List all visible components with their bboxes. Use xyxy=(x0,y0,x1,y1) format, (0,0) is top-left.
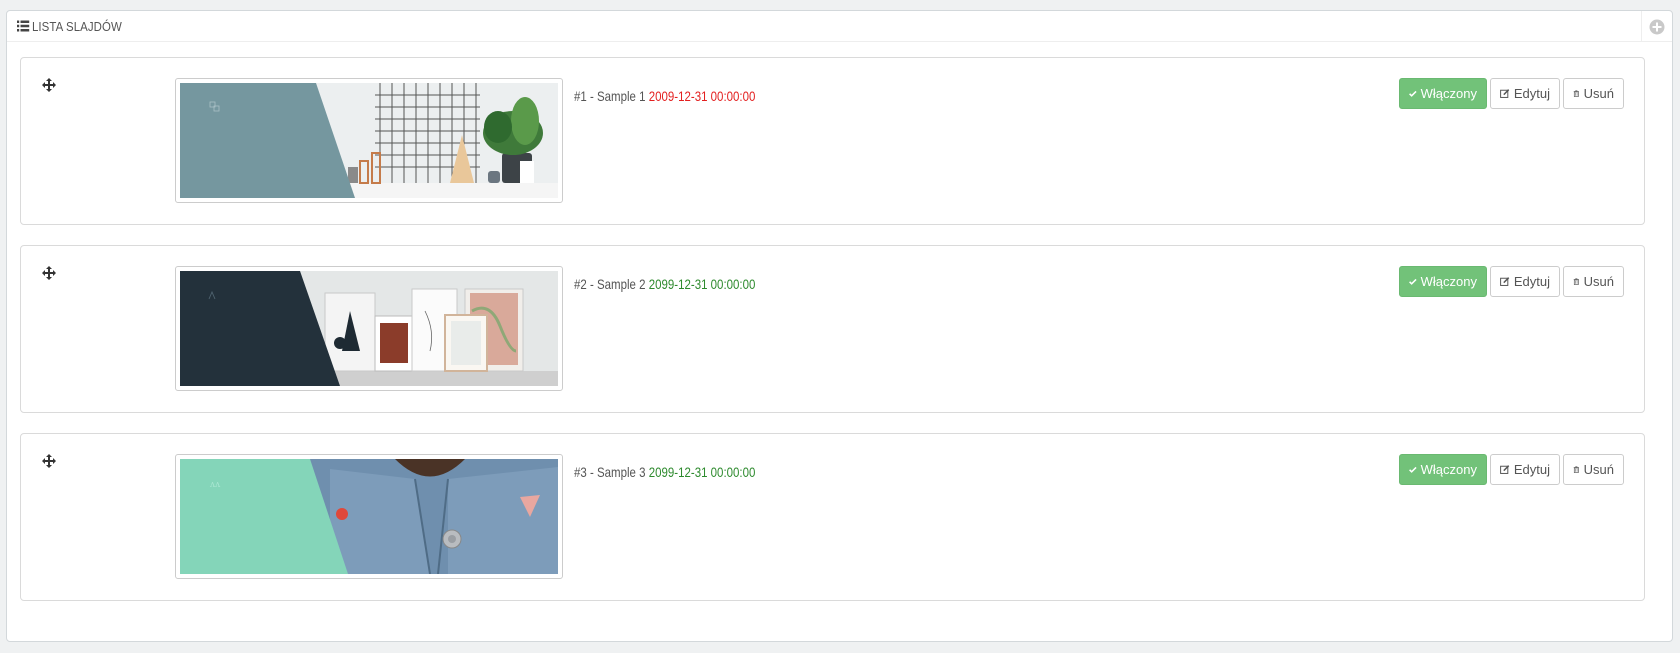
check-icon xyxy=(1409,466,1417,473)
delete-label: Usuń xyxy=(1583,274,1614,289)
trash-icon xyxy=(1573,90,1579,97)
slide-thumbnail: ʌʌ xyxy=(175,454,563,579)
edit-icon xyxy=(1500,277,1510,286)
slide-image: ʌʌ xyxy=(180,459,558,574)
enabled-toggle-button[interactable]: Włączony xyxy=(1399,266,1487,297)
slide-date: 2009-12-31 00:00:00 xyxy=(648,88,756,104)
edit-icon xyxy=(1500,89,1510,98)
edit-button[interactable]: Edytuj xyxy=(1490,78,1560,109)
svg-text:ʌʌ: ʌʌ xyxy=(209,480,221,490)
edit-icon xyxy=(1500,465,1510,474)
enabled-label: Włączony xyxy=(1420,86,1477,101)
edit-button[interactable]: Edytuj xyxy=(1490,266,1560,297)
check-icon xyxy=(1409,278,1417,285)
slide-id-label: #2 - Sample 2 xyxy=(574,276,646,292)
panel-title: LISTA SLAJDÓW xyxy=(17,19,122,34)
enabled-toggle-button[interactable]: Włączony xyxy=(1399,454,1487,485)
slide-image xyxy=(180,83,558,198)
enabled-label: Włączony xyxy=(1420,274,1477,289)
edit-label: Edytuj xyxy=(1513,462,1550,477)
slide-title: #2 - Sample 2 2099-12-31 00:00:00 xyxy=(574,276,755,292)
add-slide-button[interactable] xyxy=(1641,11,1672,42)
slide-actions: Włączony Edytuj Usuń xyxy=(1399,78,1624,109)
slide-item: #2 - Sample 2 2099-12-31 00:00:00 Włączo… xyxy=(20,245,1645,413)
delete-button[interactable]: Usuń xyxy=(1563,266,1624,297)
slide-item: #1 - Sample 1 2009-12-31 00:00:00 Włączo… xyxy=(20,57,1645,225)
enabled-label: Włączony xyxy=(1420,462,1477,477)
slide-image xyxy=(180,271,558,386)
move-icon[interactable] xyxy=(42,266,56,280)
trash-icon xyxy=(1573,278,1579,285)
edit-label: Edytuj xyxy=(1513,274,1550,289)
slide-id-label: #1 - Sample 1 xyxy=(574,88,646,104)
slide-actions: Włączony Edytuj Usuń xyxy=(1399,454,1624,485)
slide-thumbnail xyxy=(175,266,563,391)
delete-label: Usuń xyxy=(1583,462,1614,477)
slide-id-label: #3 - Sample 3 xyxy=(574,464,646,480)
add-circle-icon xyxy=(1649,19,1665,34)
edit-button[interactable]: Edytuj xyxy=(1490,454,1560,485)
slide-thumbnail xyxy=(175,78,563,203)
slide-title: #1 - Sample 1 2009-12-31 00:00:00 xyxy=(574,88,755,104)
slide-date: 2099-12-31 00:00:00 xyxy=(648,276,756,292)
slide-item: ʌʌ #3 - Sample 3 2099-12-31 00:00:00 Włą… xyxy=(20,433,1645,601)
slide-title: #3 - Sample 3 2099-12-31 00:00:00 xyxy=(574,464,755,480)
panel-header: LISTA SLAJDÓW xyxy=(7,11,1672,42)
list-icon xyxy=(17,20,30,32)
delete-button[interactable]: Usuń xyxy=(1563,454,1624,485)
enabled-toggle-button[interactable]: Włączony xyxy=(1399,78,1487,109)
panel-title-text: LISTA SLAJDÓW xyxy=(31,18,122,34)
slide-actions: Włączony Edytuj Usuń xyxy=(1399,266,1624,297)
move-icon[interactable] xyxy=(42,78,56,92)
check-icon xyxy=(1409,90,1417,97)
move-icon[interactable] xyxy=(42,454,56,468)
delete-label: Usuń xyxy=(1583,86,1614,101)
delete-button[interactable]: Usuń xyxy=(1563,78,1624,109)
edit-label: Edytuj xyxy=(1513,86,1550,101)
slide-date: 2099-12-31 00:00:00 xyxy=(648,464,756,480)
trash-icon xyxy=(1573,466,1579,473)
